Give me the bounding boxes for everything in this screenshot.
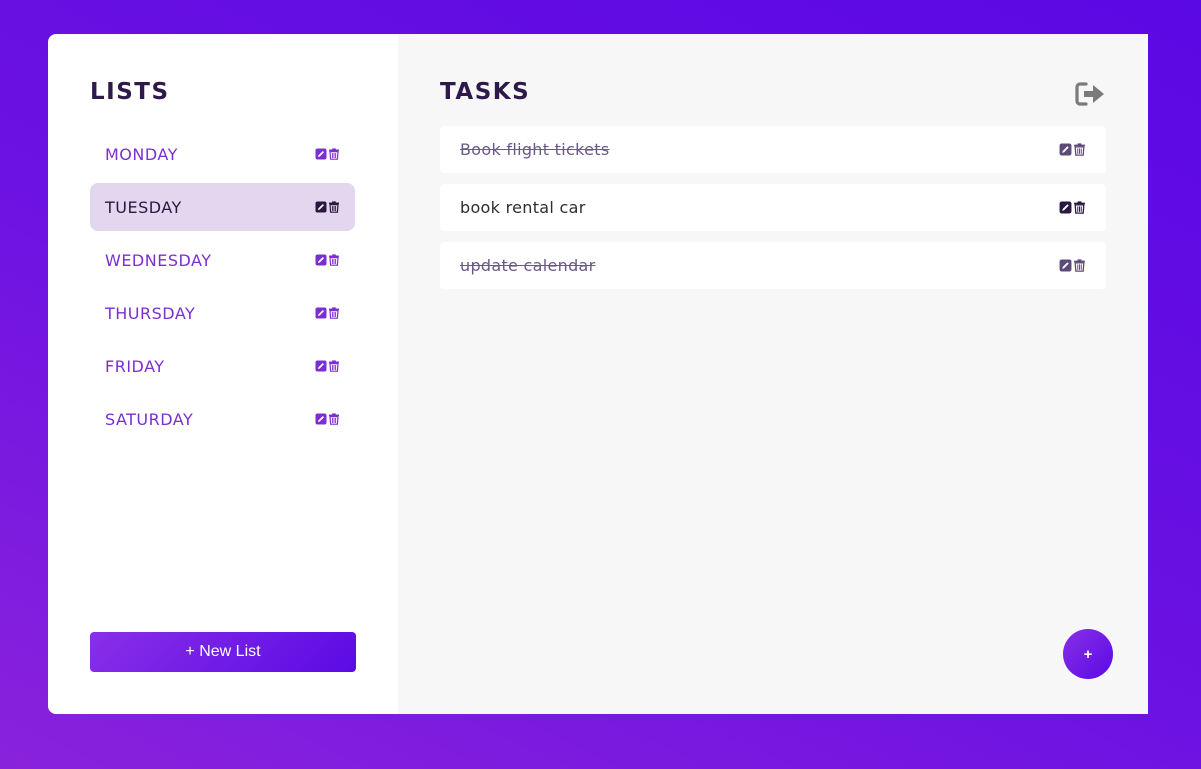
- list-item-label: THURSDAY: [105, 303, 196, 323]
- edit-icon[interactable]: [1059, 259, 1072, 272]
- list-item-actions: [315, 148, 340, 160]
- task-item[interactable]: book rental car: [440, 184, 1106, 231]
- trash-icon[interactable]: [328, 413, 340, 425]
- task-item[interactable]: Book flight tickets: [440, 126, 1106, 173]
- list-item-tuesday[interactable]: TUESDAY: [90, 183, 355, 231]
- list-item-friday[interactable]: FRIDAY: [90, 342, 355, 390]
- list-item-actions: [315, 254, 340, 266]
- tasks-title: TASKS: [440, 79, 531, 105]
- list-item-label: WEDNESDAY: [105, 250, 212, 270]
- tasks-panel: TASKS Book flight tickets book rental car…: [398, 34, 1148, 714]
- trash-icon[interactable]: [1073, 201, 1086, 214]
- edit-icon[interactable]: [315, 148, 327, 160]
- task-items: Book flight tickets book rental car update…: [440, 126, 1106, 300]
- logout-icon[interactable]: [1074, 80, 1106, 108]
- edit-icon[interactable]: [1059, 143, 1072, 156]
- list-item-monday[interactable]: MONDAY: [90, 130, 355, 178]
- trash-icon[interactable]: [328, 254, 340, 266]
- list-item-thursday[interactable]: THURSDAY: [90, 289, 355, 337]
- edit-icon[interactable]: [315, 307, 327, 319]
- add-task-button[interactable]: +: [1063, 629, 1113, 679]
- list-item-actions: [315, 360, 340, 372]
- list-item-wednesday[interactable]: WEDNESDAY: [90, 236, 355, 284]
- task-item-actions: [1059, 201, 1086, 214]
- trash-icon[interactable]: [1073, 259, 1086, 272]
- list-item-actions: [315, 413, 340, 425]
- task-text: update calendar: [460, 256, 596, 275]
- list-item-label: MONDAY: [105, 144, 178, 164]
- list-item-actions: [315, 201, 340, 213]
- list-item-label: SATURDAY: [105, 409, 194, 429]
- list-item-label: FRIDAY: [105, 356, 165, 376]
- lists-title: LISTS: [90, 79, 170, 105]
- trash-icon[interactable]: [1073, 143, 1086, 156]
- app-window: LISTS MONDAY TUESDAY WEDNESDAY THURSDAY FRID…: [48, 34, 1148, 714]
- list-item-actions: [315, 307, 340, 319]
- trash-icon[interactable]: [328, 307, 340, 319]
- list-item-saturday[interactable]: SATURDAY: [90, 395, 355, 443]
- list-item-label: TUESDAY: [105, 197, 182, 217]
- edit-icon[interactable]: [1059, 201, 1072, 214]
- edit-icon[interactable]: [315, 254, 327, 266]
- edit-icon[interactable]: [315, 360, 327, 372]
- trash-icon[interactable]: [328, 360, 340, 372]
- task-text: Book flight tickets: [460, 140, 610, 159]
- task-item[interactable]: update calendar: [440, 242, 1106, 289]
- lists-panel: LISTS MONDAY TUESDAY WEDNESDAY THURSDAY FRID…: [48, 34, 398, 714]
- trash-icon[interactable]: [328, 148, 340, 160]
- task-item-actions: [1059, 259, 1086, 272]
- trash-icon[interactable]: [328, 201, 340, 213]
- list-items: MONDAY TUESDAY WEDNESDAY THURSDAY FRIDAY SATU…: [90, 130, 355, 448]
- task-item-actions: [1059, 143, 1086, 156]
- edit-icon[interactable]: [315, 201, 327, 213]
- edit-icon[interactable]: [315, 413, 327, 425]
- task-text: book rental car: [460, 198, 586, 217]
- new-list-button[interactable]: + New List: [90, 632, 356, 672]
